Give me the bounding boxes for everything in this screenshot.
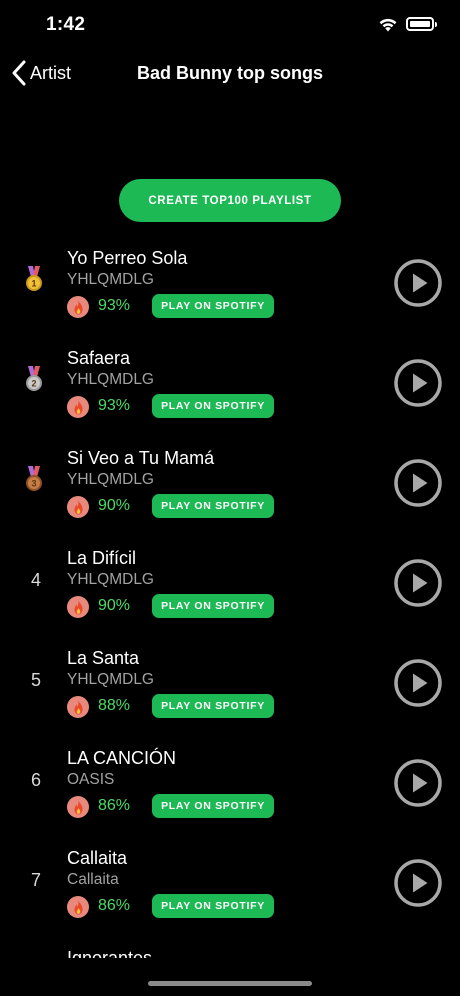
song-row[interactable]: 3 Si Veo a Tu Mamá YHLQMDLG 90% PLAY ON SPOT…: [0, 440, 460, 540]
play-icon[interactable]: [394, 359, 442, 407]
medal-rank-text: 3: [31, 479, 36, 489]
song-title: Safaera: [67, 348, 131, 368]
navigation-bar: Artist Bad Bunny top songs: [0, 50, 460, 98]
song-album: YHLQMDLG: [67, 571, 154, 588]
popularity-value: 88%: [98, 697, 131, 714]
flame-glyph: [74, 300, 82, 314]
song-title: Ignorantes: [67, 948, 153, 958]
fire-icon: [67, 796, 89, 818]
song-list: 1 Yo Perreo Sola YHLQMDLG 93% PLAY ON SPOTIF…: [0, 240, 460, 958]
play-on-spotify-button[interactable]: PLAY ON SPOTIFY: [152, 694, 274, 718]
popularity-value: 90%: [98, 497, 131, 514]
rank-number: 6: [30, 770, 41, 790]
song-row[interactable]: 6 LA CANCIÓN OASIS 86% PLAY ON SPOTIFY: [0, 740, 460, 840]
flame-glyph: [74, 400, 82, 414]
fire-icon: [67, 696, 89, 718]
play-on-spotify-button[interactable]: PLAY ON SPOTIFY: [152, 494, 274, 518]
status-time: 1:42: [46, 14, 86, 35]
rank-number: 5: [30, 670, 41, 690]
create-playlist-button[interactable]: CREATE TOP100 PLAYLIST: [119, 179, 341, 222]
medal-rank-text: 1: [31, 279, 36, 289]
play-on-spotify-button[interactable]: PLAY ON SPOTIFY: [152, 294, 274, 318]
song-title: LA CANCIÓN: [67, 748, 177, 768]
play-icon[interactable]: [394, 559, 442, 607]
gold-medal-icon: 1: [26, 266, 42, 291]
fire-icon: [67, 296, 89, 318]
song-title: Yo Perreo Sola: [67, 248, 188, 268]
song-title: La Difícil: [67, 548, 137, 568]
song-row[interactable]: 7 Callaita Callaita 86% PLAY ON SPOTIFY: [0, 840, 460, 940]
play-on-spotify-button[interactable]: PLAY ON SPOTIFY: [152, 394, 274, 418]
home-indicator: [148, 981, 312, 986]
play-icon[interactable]: [394, 259, 442, 307]
medal-rank-text: 2: [31, 379, 36, 389]
song-row[interactable]: 5 La Santa YHLQMDLG 88% PLAY ON SPOTIFY: [0, 640, 460, 740]
song-row[interactable]: 8Ignorantes: [0, 940, 460, 958]
song-title: Callaita: [67, 848, 128, 868]
rank-number: 7: [30, 870, 41, 890]
fire-icon: [67, 496, 89, 518]
fire-icon: [67, 596, 89, 618]
popularity-value: 90%: [98, 597, 131, 614]
song-album: YHLQMDLG: [67, 671, 154, 688]
silver-medal-icon: 2: [26, 366, 42, 391]
battery-icon: [406, 17, 437, 31]
song-row[interactable]: 4 La Difícil YHLQMDLG 90% PLAY ON SPOTIFY: [0, 540, 460, 640]
wifi-icon: [379, 18, 397, 32]
page-title: Bad Bunny top songs: [137, 63, 323, 83]
play-icon[interactable]: [394, 759, 442, 807]
song-row[interactable]: 2 Safaera YHLQMDLG 93% PLAY ON SPOTIFY: [0, 340, 460, 440]
flame-glyph: [74, 900, 82, 914]
song-album: OASIS: [67, 771, 115, 788]
fire-icon: [67, 896, 89, 918]
status-bar: 1:42: [0, 0, 460, 50]
song-album: YHLQMDLG: [67, 371, 154, 388]
song-album: YHLQMDLG: [67, 271, 154, 288]
play-icon[interactable]: [394, 659, 442, 707]
flame-glyph: [74, 700, 82, 714]
popularity-value: 93%: [98, 397, 131, 414]
popularity-value: 86%: [98, 797, 131, 814]
play-icon[interactable]: [394, 859, 442, 907]
popularity-value: 86%: [98, 897, 131, 914]
status-icons: [378, 16, 437, 32]
play-on-spotify-button[interactable]: PLAY ON SPOTIFY: [152, 794, 274, 818]
play-on-spotify-button[interactable]: PLAY ON SPOTIFY: [152, 594, 274, 618]
song-title: La Santa: [67, 648, 140, 668]
song-row[interactable]: 1 Yo Perreo Sola YHLQMDLG 93% PLAY ON SPOTIF…: [0, 240, 460, 340]
play-icon[interactable]: [394, 459, 442, 507]
flame-glyph: [74, 800, 82, 814]
popularity-value: 93%: [98, 297, 131, 314]
flame-glyph: [74, 600, 82, 614]
flame-glyph: [74, 500, 82, 514]
song-title: Si Veo a Tu Mamá: [67, 448, 215, 468]
fire-icon: [67, 396, 89, 418]
rank-number: 4: [30, 570, 41, 590]
play-on-spotify-button[interactable]: PLAY ON SPOTIFY: [152, 894, 274, 918]
song-album: Callaita: [67, 871, 119, 888]
song-album: YHLQMDLG: [67, 471, 154, 488]
bronze-medal-icon: 3: [26, 466, 42, 491]
